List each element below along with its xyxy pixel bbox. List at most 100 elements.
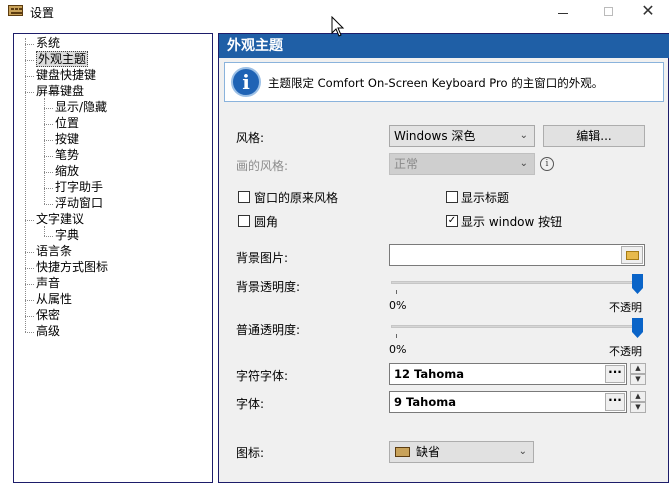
- style-label: 风格:: [236, 131, 265, 145]
- tree-connector-line: [44, 98, 45, 204]
- tree-connector-line: [44, 156, 53, 157]
- tree-item[interactable]: 缩放: [55, 164, 79, 179]
- spin-up-icon[interactable]: ▲: [630, 391, 646, 402]
- tree-item-label: 语言条: [36, 244, 73, 258]
- normal-opacity-min: 0%: [389, 343, 407, 356]
- tree-item[interactable]: 位置: [55, 116, 79, 131]
- original-style-checkbox[interactable]: [238, 191, 250, 203]
- tree-item-label: 快捷方式图标: [36, 260, 109, 274]
- background-opacity-label: 背景透明度:: [236, 280, 301, 294]
- tree-item-label: 键盘快捷键: [36, 68, 97, 82]
- tree-item-label: 笔势: [55, 148, 80, 162]
- tree-item[interactable]: 声音: [36, 276, 60, 291]
- tree-item-label: 按键: [55, 132, 80, 146]
- spin-down-icon[interactable]: ▼: [630, 402, 646, 413]
- tree-item-label: 外观主题: [36, 51, 89, 67]
- window-title: 设置: [30, 6, 55, 20]
- tree-item-label: 显示/隐藏: [55, 100, 108, 114]
- show-title-label: 显示标题: [461, 191, 510, 205]
- original-style-label: 窗口的原来风格: [254, 191, 339, 205]
- draw-style-select-value: 正常: [394, 157, 419, 171]
- show-window-buttons-label: 显示 window 按钮: [461, 215, 563, 229]
- chevron-down-icon: ⌄: [519, 130, 528, 141]
- style-select[interactable]: Windows 深色 ⌄: [389, 125, 535, 147]
- chevron-down-icon: ⌄: [518, 446, 527, 457]
- icon-select-value: 缺省: [416, 445, 441, 459]
- background-opacity-slider[interactable]: [391, 281, 641, 284]
- char-font-field[interactable]: 12 Tahoma ···: [389, 363, 627, 385]
- show-window-buttons-checkbox[interactable]: ✓: [446, 215, 458, 227]
- tree-connector-line: [44, 108, 53, 109]
- appearance-panel: 外观主题 i 主题限定 Comfort On-Screen Keyboard P…: [218, 33, 669, 483]
- tree-connector-line: [25, 316, 34, 317]
- tree-connector-line: [25, 92, 34, 93]
- tree-item[interactable]: 快捷方式图标: [36, 260, 108, 275]
- background-opacity-min: 0%: [389, 299, 407, 312]
- tree-item[interactable]: 外观主题: [36, 51, 89, 67]
- tree-connector-line: [25, 76, 34, 77]
- background-opacity-thumb[interactable]: [632, 274, 643, 294]
- slider-tick: [396, 334, 397, 338]
- font-field[interactable]: 9 Tahoma ···: [389, 391, 627, 413]
- background-image-field[interactable]: [389, 244, 645, 266]
- normal-opacity-label: 普通透明度:: [236, 323, 301, 337]
- tree-item[interactable]: 从属性: [36, 292, 72, 307]
- folder-icon[interactable]: [621, 246, 643, 264]
- draw-style-select[interactable]: 正常 ⌄: [389, 153, 535, 175]
- tree-connector-line: [25, 268, 34, 269]
- tree-item[interactable]: 字典: [55, 228, 79, 243]
- tree-connector-line: [44, 188, 53, 189]
- tree-item[interactable]: 显示/隐藏: [55, 100, 107, 115]
- spin-down-icon[interactable]: ▼: [630, 374, 646, 385]
- ellipsis-icon[interactable]: ···: [605, 393, 625, 411]
- maximize-button[interactable]: [586, 0, 630, 24]
- tree-item[interactable]: 笔势: [55, 148, 79, 163]
- show-title-checkbox[interactable]: [446, 191, 458, 203]
- tree-item-label: 位置: [55, 116, 80, 130]
- tree-item[interactable]: 键盘快捷键: [36, 68, 96, 83]
- tree-connector-line: [44, 140, 53, 141]
- keyboard-icon: [395, 447, 410, 457]
- minimize-button[interactable]: [541, 0, 585, 24]
- tree-item[interactable]: 浮动窗口: [55, 196, 103, 211]
- rounded-corners-label: 圆角: [254, 215, 279, 229]
- background-opacity-max: 不透明: [609, 301, 642, 314]
- normal-opacity-thumb[interactable]: [632, 318, 643, 338]
- close-button[interactable]: ✕: [626, 0, 669, 24]
- panel-header: 外观主题: [219, 34, 669, 58]
- settings-tree[interactable]: 系统 外观主题 键盘快捷键屏幕键盘 显示/隐藏位置按键笔势缩放 打字助手 浮动窗口文字建议…: [13, 33, 213, 483]
- tree-item[interactable]: 屏幕键盘: [36, 84, 84, 99]
- tree-connector-line: [25, 220, 34, 221]
- font-spinner[interactable]: ▲ ▼: [630, 391, 646, 413]
- icon-label: 图标:: [236, 446, 265, 460]
- draw-style-label: 画的风格:: [236, 159, 289, 173]
- tree-item[interactable]: 保密: [36, 308, 60, 323]
- tree-connector-line: [25, 300, 34, 301]
- tree-connector-line: [44, 236, 53, 237]
- edit-button[interactable]: 编辑...: [543, 125, 645, 147]
- font-label: 字体:: [236, 397, 265, 411]
- mouse-cursor-icon: [331, 16, 345, 37]
- spin-up-icon[interactable]: ▲: [630, 363, 646, 374]
- tree-item[interactable]: 打字助手: [55, 180, 103, 195]
- tree-connector-line: [44, 172, 53, 173]
- icon-select[interactable]: 缺省 ⌄: [389, 441, 534, 463]
- tree-item[interactable]: 文字建议: [36, 212, 84, 227]
- style-select-value: Windows 深色: [394, 129, 476, 143]
- background-image-label: 背景图片:: [236, 251, 289, 265]
- tree-connector-line: [25, 252, 34, 253]
- normal-opacity-slider[interactable]: [391, 325, 641, 328]
- tree-connector-line: [25, 284, 34, 285]
- tree-connector-line: [44, 124, 53, 125]
- char-font-spinner[interactable]: ▲ ▼: [630, 363, 646, 385]
- ellipsis-icon[interactable]: ···: [605, 365, 625, 383]
- tree-item-label: 浮动窗口: [55, 196, 104, 210]
- info-icon[interactable]: i: [540, 157, 554, 171]
- tree-item[interactable]: 语言条: [36, 244, 72, 259]
- tree-item-label: 系统: [36, 36, 61, 50]
- tree-item[interactable]: 系统: [36, 36, 60, 51]
- tree-item[interactable]: 高级: [36, 324, 60, 339]
- tree-item[interactable]: 按键: [55, 132, 79, 147]
- rounded-corners-checkbox[interactable]: [238, 215, 250, 227]
- tree-item-label: 文字建议: [36, 212, 85, 226]
